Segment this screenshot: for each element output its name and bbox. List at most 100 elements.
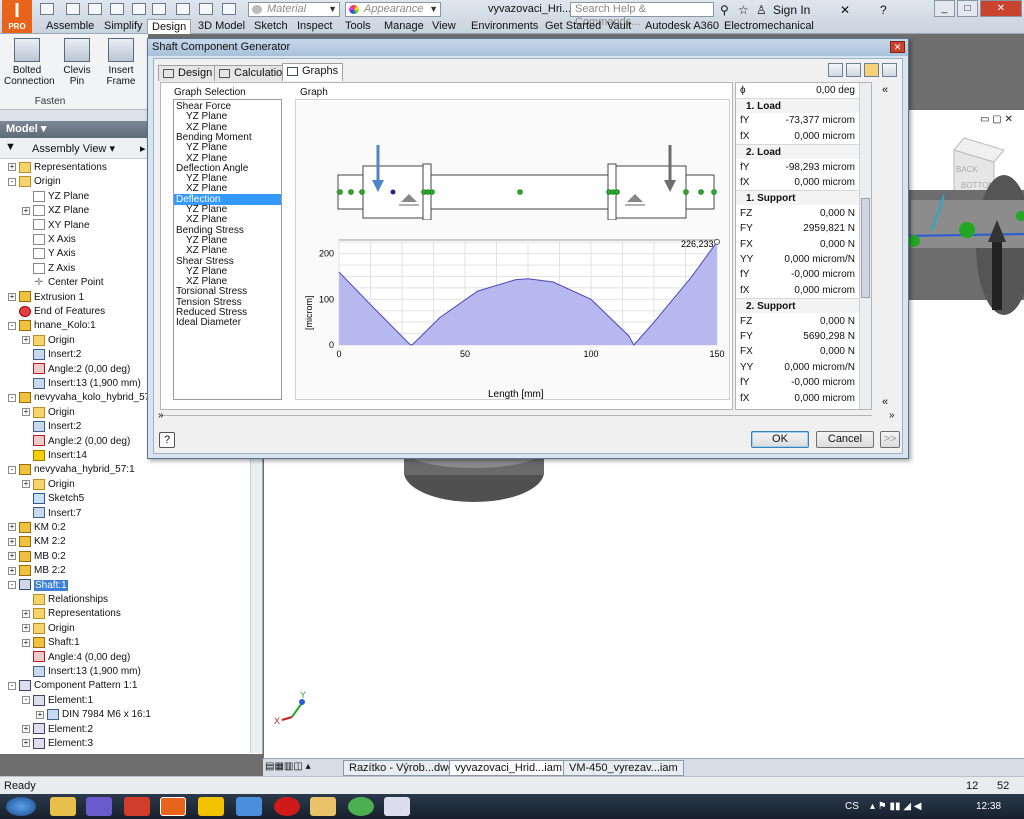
collapse-icon[interactable]: - [8,681,16,690]
result-value[interactable]: 0,000 microm [794,175,855,190]
expand-icon[interactable]: + [8,566,16,575]
tree-item[interactable]: + Representations [22,607,121,621]
explorer-icon[interactable] [50,797,76,816]
result-value[interactable]: 0,000 N [820,237,855,252]
menu-vault[interactable]: Vault [603,19,635,34]
tree-item[interactable]: - Shaft:1 [8,579,68,593]
close-x-icon[interactable]: ✕ [840,3,850,17]
tree-item[interactable]: + Extrusion 1 [8,291,84,305]
tree-item[interactable]: + MB 2:2 [8,564,66,578]
ok-button[interactable]: OK [751,431,809,448]
collapse-left-icon[interactable]: « [882,84,888,96]
binoculars-icon[interactable]: ⚲ [720,3,729,17]
result-value[interactable]: 0,000 N [820,344,855,359]
menu-design[interactable]: Design [147,19,192,34]
graph-selection-item[interactable]: Ideal Diameter [174,317,281,328]
expand-icon[interactable]: + [22,624,30,633]
help-search-input[interactable]: Search Help & Commands... [570,2,714,28]
appearance-dropdown[interactable]: Appearance ▼ [345,2,441,17]
tree-item[interactable]: Insert:7 [22,507,81,521]
new-file-icon[interactable] [40,3,54,15]
tree-item[interactable]: - nevyvaha_hybrid_57:1 [8,463,135,477]
help-button-icon[interactable]: ? [159,432,175,448]
tree-item[interactable]: + Shaft:1 [22,636,80,650]
maximize-icon[interactable]: □ [957,0,978,17]
tree-item[interactable]: Relationships [22,593,108,607]
tree-item[interactable]: + KM 2:2 [8,535,66,549]
tree-item[interactable]: YZ Plane [22,190,89,204]
expand-icon[interactable]: + [22,480,30,489]
menu-manage[interactable]: Manage [380,19,428,34]
result-value[interactable]: 0,000 N [820,314,855,329]
result-value[interactable]: -98,293 microm [786,160,855,175]
notepad-icon[interactable] [384,797,410,816]
result-value[interactable]: 0,000 N [820,206,855,221]
cancel-button[interactable]: Cancel [816,431,874,448]
expand-icon[interactable]: + [8,552,16,561]
tree-item[interactable]: + Origin [22,406,75,420]
tree-item[interactable]: + Origin [22,622,75,636]
menu-3d-model[interactable]: 3D Model [194,19,249,34]
opera-icon[interactable] [274,797,300,816]
tree-item[interactable]: - nevyvaha_kolo_hybrid_57:1 [8,391,159,405]
acrobat-icon[interactable] [124,797,150,816]
expand-icon[interactable]: + [22,408,30,417]
dialog-close-button[interactable]: ✕ [890,41,905,53]
visual-studio-icon[interactable] [86,797,112,816]
tree-item[interactable]: Y Axis [22,247,76,261]
collapse-icon[interactable]: - [8,465,16,474]
tree-item[interactable]: + MB 0:2 [8,550,66,564]
open-file-icon[interactable] [828,63,843,77]
result-value[interactable]: 2959,821 N [803,221,855,236]
assembly-view-dropdown[interactable]: Assembly View ▾ [32,142,115,155]
folder-icon[interactable] [310,797,336,816]
tree-item[interactable]: + DIN 7984 M6 x 16:1 [36,708,151,722]
insert-frame-button[interactable]: Insert Frame [98,38,144,87]
result-value[interactable]: 0,000 microm [794,391,855,406]
menu-electromechanical[interactable]: Electromechanical [720,19,818,34]
angle-value[interactable]: 0,00 deg [816,83,855,98]
tree-item[interactable]: Sketch5 [22,492,84,506]
menu-get-started[interactable]: Get Started [541,19,605,34]
collapse-icon[interactable]: - [22,696,30,705]
collapse-icon[interactable]: » [158,410,164,421]
save-icon[interactable] [88,3,102,15]
minimize-icon[interactable]: _ [934,0,955,17]
start-button-icon[interactable] [6,797,36,816]
tree-item[interactable]: + Origin [22,334,75,348]
redo-icon[interactable] [132,3,146,15]
menu-inspect[interactable]: Inspect [293,19,336,34]
expand-icon[interactable]: + [22,609,30,618]
expand-icon[interactable]: + [22,739,30,748]
language-indicator[interactable]: CS [845,801,859,812]
result-value[interactable]: 0,000 microm [794,129,855,144]
select-icon[interactable] [199,3,213,15]
collapse-down-icon[interactable]: « [882,396,888,408]
inventor-icon[interactable] [160,797,186,816]
open-folder-icon[interactable] [66,3,80,15]
window-close-icon[interactable]: ✕ [980,0,1022,17]
result-value[interactable]: 0,000 microm/N [784,252,855,267]
tree-item[interactable]: ✛ Center Point [22,276,104,290]
result-value[interactable]: -0,000 microm [791,375,855,390]
tree-item[interactable]: Insert:14 [22,449,87,463]
doc-tab-vm450[interactable]: VM-450_vyrezav...iam [563,760,684,776]
expand-icon[interactable]: + [22,336,30,345]
tree-item[interactable]: - Component Pattern 1:1 [8,679,137,693]
autocad-icon[interactable] [198,797,224,816]
graph-selection-list[interactable]: Shear Force YZ Plane XZ Plane Bending Momen… [173,99,282,400]
bolted-connection-button[interactable]: Bolted Connection [4,38,55,87]
filter-icon[interactable]: ▼ [5,141,16,153]
more-button[interactable]: >> [880,431,900,448]
tree-item[interactable]: + Origin [22,478,75,492]
collapse-icon[interactable]: - [8,177,16,186]
sign-in-button[interactable]: Sign In [773,3,810,17]
expand-icon[interactable]: + [8,292,16,301]
tree-item[interactable]: Angle:2 (0,00 deg) [22,435,130,449]
undo-icon[interactable] [110,3,124,15]
expand-icon[interactable]: » [889,410,895,421]
expand-icon[interactable]: + [22,206,30,215]
tray-icons[interactable]: ▴ ⚑ ▮▮ ◢ ◀ [870,801,921,812]
tree-item[interactable]: X Axis [22,233,76,247]
save-file-icon[interactable] [846,63,861,77]
